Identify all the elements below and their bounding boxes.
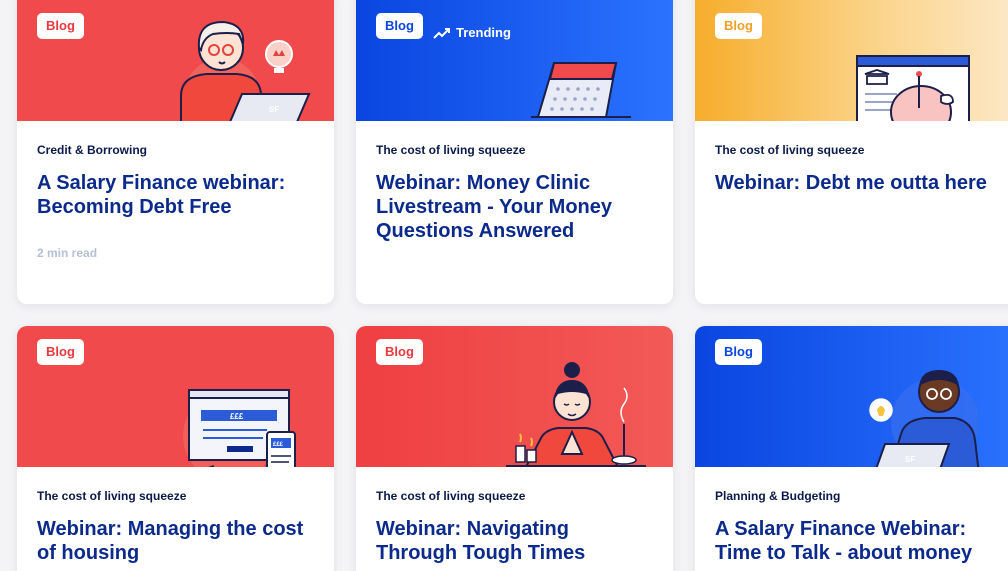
card-category: Credit & Borrowing <box>37 143 147 157</box>
card-title[interactable]: Webinar: Managing the cost of housing <box>37 517 314 565</box>
blog-badge: Blog <box>376 13 423 39</box>
card-title[interactable]: Webinar: Navigating Through Tough Times <box>376 517 653 565</box>
blog-badge: Blog <box>376 339 423 365</box>
man-laptop-illustration: SF <box>869 370 980 467</box>
trending-label: Trending <box>433 26 511 40</box>
article-card[interactable]: Blog SF Credit & Borrowing A Salary Fina… <box>17 0 334 304</box>
card-title[interactable]: A Salary Finance Webinar: Time to Talk -… <box>715 517 1005 565</box>
blog-badge: Blog <box>37 339 84 365</box>
svg-text:£££: £££ <box>230 412 244 421</box>
blog-badge: Blog <box>715 339 762 365</box>
card-category: Planning & Budgeting <box>715 489 841 503</box>
card-hero-image: Blog Trending <box>356 0 673 121</box>
card-hero-image: Blog SF <box>695 326 1008 467</box>
woman-laptop-illustration: SF <box>180 20 311 121</box>
card-title[interactable]: Webinar: Debt me outta here <box>715 171 1005 195</box>
read-time: 2 min read <box>37 246 98 260</box>
card-hero-image: Blog SF <box>17 0 334 121</box>
card-category: The cost of living squeeze <box>715 143 865 157</box>
article-card[interactable]: Blog The cost of living squeeze Webinar:… <box>356 326 673 571</box>
card-category: The cost of living squeeze <box>376 489 526 503</box>
article-card[interactable]: Blog £££ £££ The cost of living squeeze … <box>17 326 334 571</box>
blog-badge: Blog <box>715 13 762 39</box>
piggy-bank-illustration <box>856 55 970 121</box>
card-hero-image: Blog £££ £££ <box>17 326 334 467</box>
article-card[interactable]: Blog The cost of living squeeze Webinar:… <box>695 0 1008 304</box>
blog-badge: Blog <box>37 13 84 39</box>
meditation-illustration <box>506 362 646 467</box>
card-category: The cost of living squeeze <box>376 143 526 157</box>
article-card[interactable]: Blog Trending The cost of living squeeze… <box>356 0 673 304</box>
browser-phone-illustration: £££ £££ <box>183 389 296 467</box>
svg-text:SF: SF <box>905 455 915 464</box>
card-hero-image: Blog <box>695 0 1008 121</box>
card-title[interactable]: A Salary Finance webinar: Becoming Debt … <box>37 171 314 219</box>
card-title[interactable]: Webinar: Money Clinic Livestream - Your … <box>376 171 653 243</box>
svg-text:SF: SF <box>269 105 279 114</box>
calendar-illustration <box>531 62 631 118</box>
article-card[interactable]: Blog SF Planning & Budgeting A Salary Fi… <box>695 326 1008 571</box>
card-hero-image: Blog <box>356 326 673 467</box>
card-category: The cost of living squeeze <box>37 489 187 503</box>
svg-text:£££: £££ <box>273 442 284 448</box>
trending-arrow-icon <box>433 28 450 39</box>
